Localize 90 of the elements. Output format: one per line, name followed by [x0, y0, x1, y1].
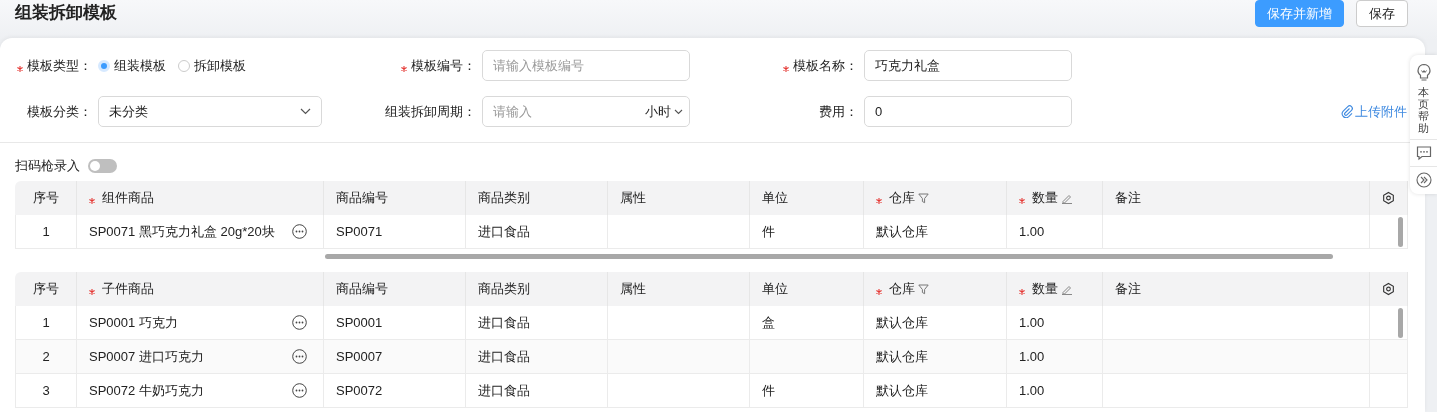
column-header: 商品类别: [466, 272, 608, 306]
table-cell: 1.00: [1007, 306, 1103, 340]
required-asterisk-icon: [89, 289, 95, 295]
field-label: 模板分类：: [27, 102, 92, 121]
scan-label: 扫码枪录入: [15, 157, 80, 175]
field-label: 组装拆卸周期：: [385, 102, 476, 121]
table-cell: SP0072: [324, 374, 466, 408]
table-cell: 件: [750, 215, 864, 249]
required-asterisk-icon: [876, 198, 882, 204]
column-header: 商品编号: [324, 181, 466, 215]
field-label: 模板类型：: [27, 56, 92, 75]
table-cell: 进口食品: [466, 306, 608, 340]
table-cell: 默认仓库: [864, 306, 1007, 340]
table-cell: SP0007: [324, 340, 466, 374]
table-cell: 1.00: [1007, 215, 1103, 249]
column-header: 序号: [15, 272, 77, 306]
upload-attachment-link[interactable]: 上传附件: [1341, 102, 1407, 121]
table-cell: 进口食品: [466, 374, 608, 408]
column-header: 序号: [15, 181, 77, 215]
table-cell: 1: [15, 306, 77, 340]
column-header: 备注: [1103, 181, 1370, 215]
more-options-icon[interactable]: [292, 383, 307, 398]
column-header: 单位: [750, 181, 864, 215]
table-cell: SP0071: [324, 215, 466, 249]
column-header: 备注: [1103, 272, 1370, 306]
table-cell: SP0001 巧克力: [89, 313, 178, 332]
table-cell: 默认仓库: [864, 215, 1007, 249]
table-cell: 件: [750, 374, 864, 408]
edit-icon[interactable]: [1061, 283, 1073, 295]
input-field[interactable]: 巧克力礼盒: [864, 50, 1072, 81]
save-button[interactable]: 保存: [1356, 0, 1408, 27]
table-cell: 2: [15, 340, 77, 374]
required-asterisk-icon: [1019, 198, 1025, 204]
table-cell: 1.00: [1007, 374, 1103, 408]
column-header: 仓库: [864, 181, 1007, 215]
column-header: 组件商品: [77, 181, 324, 215]
scrollbar[interactable]: [1398, 217, 1403, 247]
column-header: 子件商品: [77, 272, 324, 306]
table-cell: 1.00: [1007, 340, 1103, 374]
more-options-icon[interactable]: [292, 315, 307, 330]
input-field[interactable]: 请输入模板编号: [482, 50, 690, 81]
scrollbar[interactable]: [325, 254, 1333, 259]
unit-select[interactable]: 小时: [645, 102, 683, 121]
toggle-switch[interactable]: [88, 159, 117, 173]
table-cell: SP0001: [324, 306, 466, 340]
category-select[interactable]: 未分类: [98, 96, 322, 127]
more-options-icon[interactable]: [292, 349, 307, 364]
table-cell: 1: [15, 215, 77, 249]
field-label: 费用：: [819, 102, 858, 121]
table-cell: SP0072 牛奶巧克力: [89, 381, 204, 400]
radio-option[interactable]: 拆卸模板: [178, 56, 246, 75]
column-header: 仓库: [864, 272, 1007, 306]
table-cell: 3: [15, 374, 77, 408]
filter-icon[interactable]: [918, 283, 929, 295]
input-field[interactable]: 0: [864, 96, 1072, 127]
help-label[interactable]: 本页帮助: [1418, 86, 1429, 135]
required-asterisk-icon: [876, 289, 882, 295]
field-label: 模板编号：: [411, 56, 476, 75]
page-title: 组装拆卸模板: [15, 2, 117, 24]
chevron-down-icon: [300, 108, 311, 115]
column-header: 数量: [1007, 181, 1103, 215]
chat-icon[interactable]: [1415, 145, 1432, 162]
column-header: 单位: [750, 272, 864, 306]
table-cell: SP0007 进口巧克力: [89, 347, 204, 366]
filter-icon[interactable]: [918, 192, 929, 204]
more-options-icon[interactable]: [292, 224, 307, 239]
table-cell: 默认仓库: [864, 374, 1007, 408]
table-cell: SP0071 黑巧克力礼盒 20g*20块: [89, 222, 275, 241]
column-header: 属性: [608, 181, 750, 215]
required-asterisk-icon: [1019, 289, 1025, 295]
table-cell: 默认仓库: [864, 340, 1007, 374]
period-field[interactable]: 请输入 小时: [482, 96, 690, 127]
radio-option[interactable]: 组装模板: [98, 56, 166, 75]
chevron-down-icon: [674, 108, 683, 115]
settings-icon[interactable]: [1382, 282, 1395, 296]
lightbulb-icon[interactable]: [1415, 63, 1432, 81]
settings-icon[interactable]: [1382, 191, 1395, 205]
table-cell: 盒: [750, 306, 864, 340]
table-cell: 进口食品: [466, 215, 608, 249]
paperclip-icon: [1341, 105, 1353, 118]
scrollbar[interactable]: [1398, 308, 1403, 338]
column-header: 商品编号: [324, 272, 466, 306]
column-header: 数量: [1007, 272, 1103, 306]
table-cell: 进口食品: [466, 340, 608, 374]
double-chevron-right-icon[interactable]: [1415, 172, 1432, 189]
required-asterisk-icon: [89, 198, 95, 204]
field-label: 模板名称：: [793, 56, 858, 75]
edit-icon[interactable]: [1061, 192, 1073, 204]
column-header: 商品类别: [466, 181, 608, 215]
column-header: 属性: [608, 272, 750, 306]
